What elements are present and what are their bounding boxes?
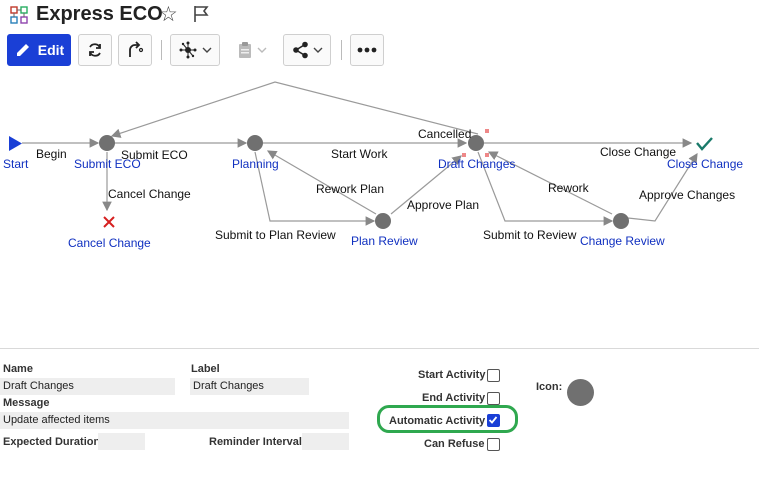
clipboard-button[interactable]: [228, 34, 274, 66]
more-icon: [357, 47, 377, 53]
node-planning-label[interactable]: Planning: [232, 157, 279, 171]
node-cancel-change-label[interactable]: Cancel Change: [68, 236, 151, 250]
edge-label-cancelled: Cancelled: [418, 127, 472, 141]
edge-label-approve-changes: Approve Changes: [639, 188, 736, 202]
pencil-icon: [16, 44, 29, 56]
share-icon: [292, 41, 308, 59]
edge-label-submit-plan-review: Submit to Plan Review: [215, 228, 336, 242]
edit-button[interactable]: Edit: [7, 34, 71, 66]
section-divider: [0, 348, 759, 349]
refresh-button[interactable]: [78, 34, 112, 66]
clipboard-icon: [238, 42, 251, 58]
toolbar-divider: [161, 40, 162, 60]
workflow-icon: [10, 6, 28, 24]
node-start-label[interactable]: Start: [3, 157, 28, 171]
expected-duration-label: Expected Duration: [3, 436, 101, 448]
hub-icon: [179, 41, 196, 59]
selection-handle: [485, 129, 489, 133]
edge-label-rework: Rework: [548, 181, 589, 195]
hub-button[interactable]: [170, 34, 220, 66]
edge-label-submit-eco: Submit ECO: [121, 148, 188, 162]
can-refuse-checkbox[interactable]: [487, 438, 500, 451]
can-refuse-label: Can Refuse: [424, 438, 485, 450]
node-change-review-label[interactable]: Change Review: [580, 234, 665, 248]
reminder-interval-field[interactable]: [302, 433, 349, 450]
edge-label-start-work: Start Work: [331, 147, 388, 161]
message-field[interactable]: Update affected items: [0, 412, 349, 429]
name-label: Name: [3, 363, 33, 375]
edge-label-close-change: Close Change: [600, 145, 677, 159]
share-button[interactable]: [283, 34, 331, 66]
edge-label-rework-plan: Rework Plan: [316, 182, 385, 196]
toolbar-divider: [341, 40, 342, 60]
node-close-change-label[interactable]: Close Change: [667, 157, 743, 171]
edit-button-label: Edit: [37, 42, 65, 58]
flag-icon[interactable]: [192, 5, 210, 23]
route-button[interactable]: [118, 34, 152, 66]
edge-label-submit-review: Submit to Review: [483, 228, 577, 242]
start-activity-label: Start Activity: [418, 369, 486, 381]
label-field[interactable]: Draft Changes: [190, 378, 309, 395]
reminder-interval-label: Reminder Interval: [209, 436, 302, 448]
highlight-annotation: [377, 405, 518, 433]
start-node-icon: [9, 136, 22, 151]
name-field[interactable]: Draft Changes: [0, 378, 175, 395]
change-review-node: [613, 213, 629, 229]
edge-label-approve-plan: Approve Plan: [407, 198, 480, 212]
page-title: Express ECO: [36, 3, 163, 25]
start-activity-checkbox[interactable]: [487, 369, 500, 382]
icon-label: Icon:: [536, 381, 563, 393]
node-plan-review-label[interactable]: Plan Review: [351, 234, 418, 248]
submit-eco-node: [99, 135, 115, 151]
edge-label-begin: Begin: [36, 147, 67, 161]
node-icon-preview[interactable]: [567, 379, 594, 406]
checkmark-icon: [696, 137, 713, 151]
node-draft-changes-label[interactable]: Draft Changes: [438, 157, 515, 171]
route-icon: [129, 41, 144, 57]
chevron-down-icon: [202, 47, 211, 53]
expected-duration-field[interactable]: [98, 433, 145, 450]
more-button[interactable]: [350, 34, 384, 66]
star-icon[interactable]: ☆: [159, 2, 178, 27]
plan-review-node: [375, 213, 391, 229]
planning-node: [247, 135, 263, 151]
message-label: Message: [3, 397, 50, 409]
end-activity-checkbox[interactable]: [487, 392, 500, 405]
refresh-icon: [89, 43, 101, 57]
close-icon: [103, 216, 115, 228]
end-activity-label: End Activity: [422, 392, 486, 404]
chevron-down-icon: [313, 47, 322, 53]
chevron-down-icon: [257, 47, 266, 53]
edge-label-cancel-change: Cancel Change: [108, 187, 191, 201]
label-label: Label: [191, 363, 220, 375]
